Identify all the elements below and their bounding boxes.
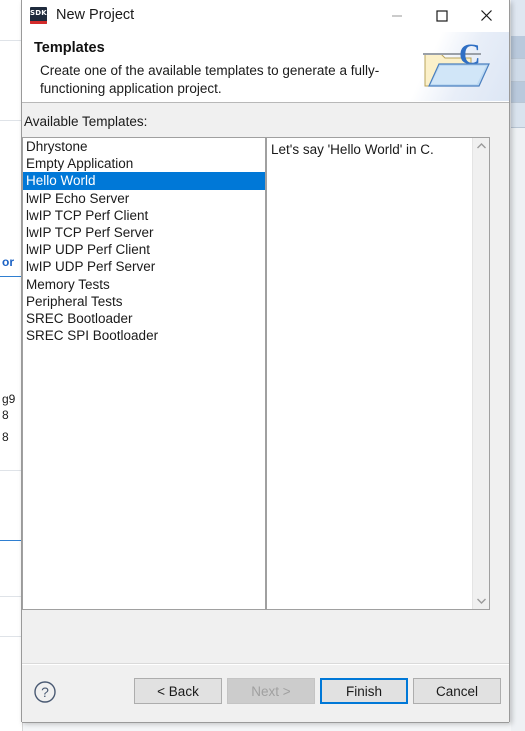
background-text-fragment: or <box>2 255 14 269</box>
background-window-right-edge <box>511 0 525 731</box>
window-title: New Project <box>56 7 135 23</box>
template-description-text: Let's say 'Hello World' in C. <box>271 142 434 157</box>
dialog-title-bar: SDK New Project <box>22 0 509 32</box>
list-item[interactable]: Empty Application <box>23 155 265 172</box>
sdk-icon-label: SDK <box>30 9 47 17</box>
finish-button[interactable]: Finish <box>320 678 408 704</box>
scroll-down-arrow[interactable] <box>473 593 489 609</box>
list-item[interactable]: lwIP TCP Perf Server <box>23 224 265 241</box>
sdk-app-icon: SDK <box>30 7 47 24</box>
template-description-panel: Let's say 'Hello World' in C. <box>266 137 490 610</box>
list-item[interactable]: Hello World <box>23 172 265 190</box>
dialog-bottom-edge <box>22 722 509 723</box>
help-icon[interactable]: ? <box>33 680 57 704</box>
sdk-icon-accent <box>30 21 47 24</box>
list-item[interactable]: SREC SPI Bootloader <box>23 327 265 344</box>
minimize-icon[interactable] <box>374 0 419 31</box>
description-scrollbar[interactable] <box>472 138 489 609</box>
cancel-button[interactable]: Cancel <box>413 678 501 704</box>
list-item[interactable]: lwIP UDP Perf Client <box>23 241 265 258</box>
list-item[interactable]: SREC Bootloader <box>23 310 265 327</box>
list-item[interactable]: Peripheral Tests <box>23 293 265 310</box>
next-button: Next > <box>227 678 315 704</box>
background-text-fragment: g9 <box>2 392 16 406</box>
list-item[interactable]: lwIP TCP Perf Client <box>23 207 265 224</box>
page-description: Create one of the available templates to… <box>40 63 380 96</box>
background-text-fragment: 8 <box>2 430 9 444</box>
dialog-footer: ? < Back Next > Finish Cancel <box>22 663 509 723</box>
list-item[interactable]: lwIP Echo Server <box>23 190 265 207</box>
page-title: Templates <box>34 40 105 56</box>
available-templates-label: Available Templates: <box>24 114 148 129</box>
templates-listbox[interactable]: Dhrystone Empty Application Hello World lwI… <box>22 137 266 610</box>
dialog-body: Available Templates: Dhrystone Empty Appl… <box>22 103 509 663</box>
background-text-fragment: 8 <box>2 408 9 422</box>
scroll-up-arrow[interactable] <box>473 138 489 154</box>
wizard-button-row: < Back Next > Finish Cancel <box>134 678 501 704</box>
window-controls <box>374 0 509 31</box>
list-item[interactable]: Memory Tests <box>23 276 265 293</box>
maximize-icon[interactable] <box>419 0 464 31</box>
background-window-left-edge: or g9 8 8 <box>0 0 23 731</box>
new-project-dialog: SDK New Project Templates Create one of … <box>21 0 510 723</box>
list-item[interactable]: Dhrystone <box>23 138 265 155</box>
svg-text:?: ? <box>41 684 49 700</box>
dialog-header: Templates Create one of the available te… <box>22 32 509 103</box>
back-button[interactable]: < Back <box>134 678 222 704</box>
list-item[interactable]: lwIP UDP Perf Server <box>23 258 265 275</box>
c-project-folder-icon: C <box>423 38 490 87</box>
close-icon[interactable] <box>464 0 509 31</box>
